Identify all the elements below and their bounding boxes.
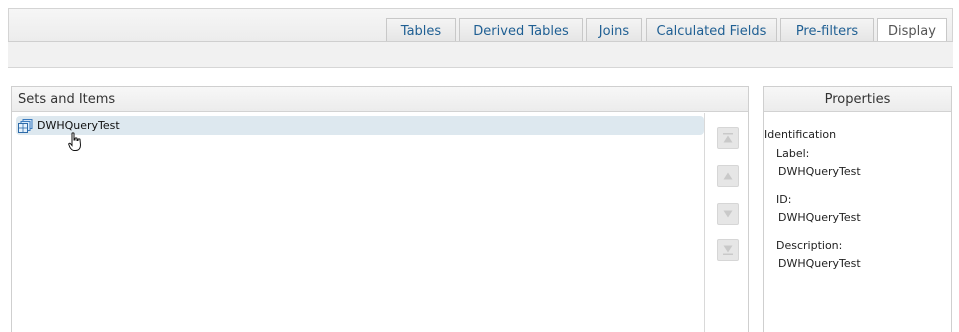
tree-item-dwhquerytest[interactable]: DWHQueryTest	[16, 116, 704, 135]
move-up-icon	[723, 172, 733, 180]
move-bottom-icon	[723, 245, 733, 255]
sets-panel-title: Sets and Items	[18, 91, 116, 107]
tree-item-label: DWHQueryTest	[37, 119, 120, 132]
toolbar-strip	[8, 41, 953, 68]
sets-panel-header: Sets and Items	[12, 87, 748, 112]
tab-pre-filters[interactable]: Pre-filters	[780, 18, 874, 43]
tab-joins[interactable]: Joins	[586, 18, 642, 43]
tab-tables[interactable]: Tables	[386, 18, 456, 43]
cube-set-icon	[18, 118, 34, 133]
id-value: DWHQueryTest	[778, 211, 861, 224]
move-up-button[interactable]	[717, 165, 739, 187]
id-caption: ID:	[776, 193, 792, 206]
properties-body: Identification Label: DWHQueryTest ID: D…	[764, 112, 951, 269]
move-bottom-button[interactable]	[717, 239, 739, 261]
properties-panel-header: Properties	[764, 87, 951, 112]
label-value: DWHQueryTest	[778, 165, 861, 178]
hand-pointer-icon	[68, 132, 82, 152]
label-caption: Label:	[776, 147, 810, 160]
move-top-button[interactable]	[717, 127, 739, 149]
properties-panel: Properties Identification Label: DWHQuer…	[763, 86, 952, 332]
tab-bar: Tables Derived Tables Joins Calculated F…	[8, 8, 953, 44]
description-caption: Description:	[776, 239, 843, 252]
sets-and-items-panel: Sets and Items DWHQueryTest	[11, 86, 749, 332]
panel-divider	[704, 113, 705, 332]
identification-section-title: Identification	[764, 128, 837, 141]
properties-panel-title: Properties	[824, 91, 891, 107]
tab-derived-tables[interactable]: Derived Tables	[459, 18, 583, 43]
move-down-button[interactable]	[717, 203, 739, 225]
move-top-icon	[723, 133, 733, 143]
description-value: DWHQueryTest	[778, 257, 861, 270]
move-down-icon	[723, 210, 733, 218]
tab-calculated-fields[interactable]: Calculated Fields	[646, 18, 777, 43]
